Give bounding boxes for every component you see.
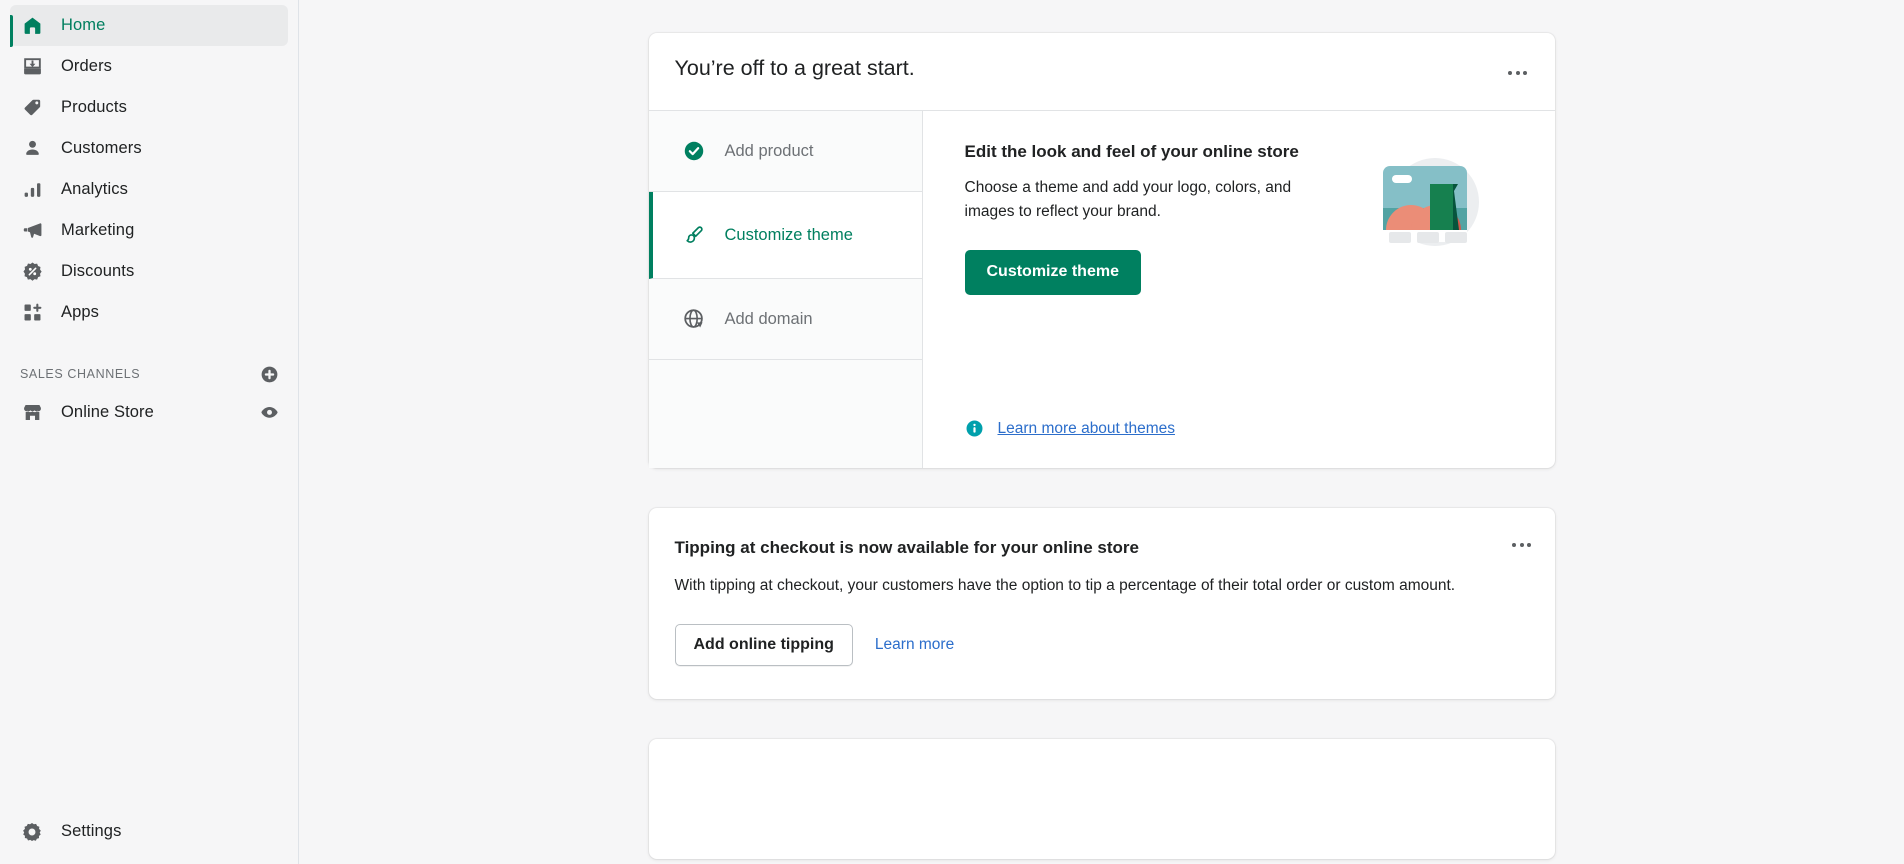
setup-step-detail: Edit the look and feel of your online st…	[923, 111, 1555, 468]
eye-icon[interactable]	[258, 402, 280, 424]
sidebar-item-home[interactable]: Home	[10, 5, 288, 47]
home-icon	[20, 14, 44, 38]
sidebar-item-analytics[interactable]: Analytics	[10, 169, 288, 210]
gear-icon	[20, 820, 44, 844]
setup-guide-title: You’re off to a great start.	[674, 56, 915, 80]
setup-steps-list: Add product Customize theme Add domain	[648, 111, 923, 468]
sidebar-item-label: Discounts	[61, 262, 135, 281]
storefront-icon	[20, 401, 44, 425]
setup-detail-description: Choose a theme and add your logo, colors…	[964, 179, 1292, 221]
sidebar-item-label: Marketing	[61, 221, 135, 240]
tipping-learn-more-link[interactable]: Learn more	[875, 636, 954, 654]
sales-channels-label: SALES CHANNELS	[20, 367, 141, 381]
setup-guide-card: You’re off to a great start. Add product…	[648, 33, 1555, 468]
globe-icon	[683, 308, 705, 330]
ellipsis-icon[interactable]	[1503, 58, 1533, 88]
sidebar-item-label: Orders	[61, 57, 113, 76]
products-icon	[20, 96, 44, 120]
info-circle-icon	[965, 419, 984, 438]
setup-step-label: Customize theme	[724, 225, 853, 244]
sidebar-item-label: Products	[61, 98, 127, 117]
plus-circle-icon[interactable]	[258, 363, 280, 385]
dot	[1523, 71, 1527, 75]
sidebar-item-orders[interactable]: Orders	[10, 46, 288, 87]
apps-icon	[20, 301, 44, 325]
sidebar-item-online-store[interactable]: Online Store	[10, 392, 288, 433]
tipping-promo-card: Tipping at checkout is now available for…	[648, 508, 1555, 699]
sidebar-item-label: Customers	[61, 139, 142, 158]
online-store-theme-illustration	[1373, 148, 1485, 260]
online-store-entry: Online Store	[20, 401, 154, 425]
primary-nav-list: Home Orders Products Customers Analytics…	[0, 5, 298, 333]
setup-detail-footer: Learn more about themes	[965, 419, 1525, 468]
content-column: You’re off to a great start. Add product…	[648, 0, 1555, 864]
sidebar-item-apps[interactable]: Apps	[10, 292, 288, 333]
setup-detail-title: Edit the look and feel of your online st…	[964, 142, 1299, 161]
ellipsis-icon[interactable]	[1507, 530, 1537, 560]
main-content-area: You’re off to a great start. Add product…	[299, 0, 1904, 864]
admin-app: Home Orders Products Customers Analytics…	[0, 0, 1904, 864]
setup-steps-filler	[648, 360, 922, 467]
sales-channels-section-header: SALES CHANNELS	[10, 360, 288, 388]
sidebar-item-label: Home	[61, 16, 106, 35]
sidebar-item-settings[interactable]: Settings	[10, 811, 288, 852]
customers-icon	[20, 137, 44, 161]
tipping-promo-title: Tipping at checkout is now available for…	[674, 538, 1139, 557]
paintbrush-icon	[683, 224, 705, 246]
setup-step-label: Add domain	[724, 309, 813, 328]
sidebar-item-label: Online Store	[61, 403, 154, 422]
setup-step-add-product[interactable]: Add product	[648, 111, 922, 192]
analytics-icon	[20, 178, 44, 202]
dot	[1515, 71, 1520, 75]
tipping-promo-description: With tipping at checkout, your customers…	[674, 576, 1456, 594]
setup-detail-top: Edit the look and feel of your online st…	[964, 140, 1525, 295]
sidebar-item-discounts[interactable]: Discounts	[10, 251, 288, 292]
orders-icon	[20, 55, 44, 79]
sidebar-item-marketing[interactable]: Marketing	[10, 210, 288, 251]
sidebar-item-label: Analytics	[61, 180, 128, 199]
setup-guide-body: Add product Customize theme Add domain E…	[648, 110, 1555, 468]
sidebar-footer: Settings	[0, 811, 298, 864]
next-card-partial	[648, 738, 1555, 859]
sidebar-item-customers[interactable]: Customers	[10, 128, 288, 169]
check-circle-icon	[683, 140, 705, 162]
setup-detail-text: Edit the look and feel of your online st…	[964, 140, 1305, 295]
dot	[1512, 543, 1516, 547]
setup-step-add-domain[interactable]: Add domain	[648, 279, 922, 360]
learn-more-about-themes-link[interactable]: Learn more about themes	[998, 420, 1176, 438]
dot	[1527, 543, 1531, 547]
sidebar-item-label: Settings	[61, 822, 122, 841]
setup-step-label: Add product	[724, 141, 814, 160]
dot	[1508, 71, 1512, 75]
main-navigation-sidebar: Home Orders Products Customers Analytics…	[0, 0, 299, 864]
setup-guide-header: You’re off to a great start.	[649, 33, 1555, 110]
dot	[1519, 543, 1524, 547]
sidebar-item-products[interactable]: Products	[10, 87, 288, 128]
marketing-icon	[20, 219, 44, 243]
tipping-promo-actions: Add online tipping Learn more	[674, 623, 1525, 666]
discounts-icon	[20, 260, 44, 284]
add-online-tipping-button[interactable]: Add online tipping	[674, 623, 853, 666]
sidebar-item-label: Apps	[61, 303, 100, 322]
active-indicator	[10, 15, 13, 47]
customize-theme-button[interactable]: Customize theme	[964, 249, 1141, 295]
setup-step-customize-theme[interactable]: Customize theme	[648, 192, 922, 279]
